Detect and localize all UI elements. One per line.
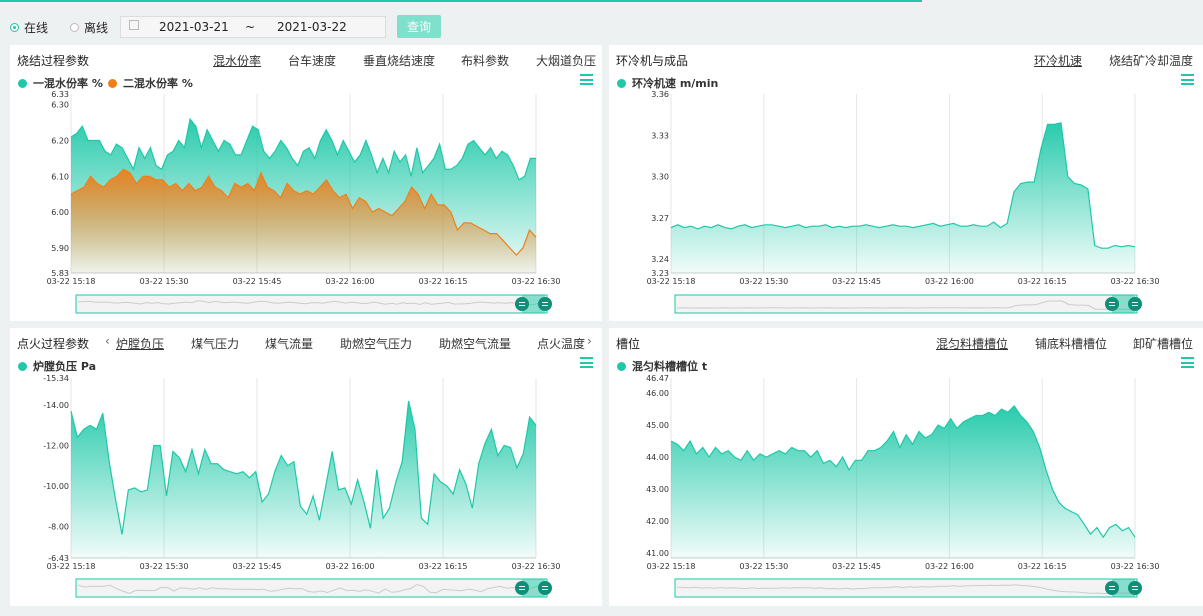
date-range-picker[interactable]: 2021-03-21 ~ 2021-03-22 [120,16,386,38]
x-tick-label: 03-22 15:18 [47,562,96,571]
x-tick-label: 03-22 15:30 [739,562,788,571]
query-button[interactable]: 查询 [397,15,441,38]
panel-sintering-params: 烧结过程参数 混水份率 台车速度 垂直烧结速度 布料参数 大烟道负压 一混水份率… [10,45,602,321]
zoom-handle-icon [515,581,529,595]
x-tick-label: 03-22 16:30 [1111,562,1160,571]
radio-checked-icon [10,23,19,32]
toolbar: 在线 离线 2021-03-21 ~ 2021-03-22 查询 [0,2,1203,42]
zoom-handle-icon [538,581,552,595]
y-tick-label: 6.00 [51,208,69,217]
y-tick-label: 46.00 [646,389,669,398]
x-tick-label: 03-22 15:45 [832,562,881,571]
y-tick-label: 3.23 [651,269,669,278]
y-tick-label: -14.00 [43,401,69,410]
y-tick-label: -10.00 [43,482,69,491]
y-tick-label: 45.00 [646,421,669,430]
offline-label: 离线 [84,21,109,35]
x-tick-label: 03-22 15:18 [47,277,96,286]
online-radio[interactable]: 在线 [10,19,48,36]
x-tick-label: 03-22 16:00 [925,277,974,286]
series-area [71,401,536,558]
x-tick-label: 03-22 16:15 [1018,562,1067,571]
y-tick-label: -8.00 [48,522,69,531]
chart-area[interactable]: 03-22 15:18 03-22 15:30 03-22 15:45 03-22 1… [10,45,602,321]
y-tick-label: 6.30 [51,101,69,110]
x-tick-label: 03-22 16:15 [419,562,468,571]
y-tick-label: -15.34 [43,374,69,383]
zoom-handle-icon [515,297,529,311]
radio-unchecked-icon [70,23,79,32]
x-tick-label: 03-22 15:30 [140,562,189,571]
y-tick-label: 6.20 [51,137,69,146]
y-tick-label: 6.33 [51,90,69,99]
y-tick-label: -12.00 [43,441,69,450]
zoom-slider-track [75,294,548,314]
y-tick-label: 44.00 [646,453,669,462]
date-separator: ~ [245,20,256,34]
y-tick-label: 3.33 [651,131,669,140]
y-tick-label: 43.00 [646,485,669,494]
panel-bin-level: 槽位 混匀料槽槽位 铺底料槽槽位 卸矿槽槽位 混匀料槽槽位 t 03-22 15… [609,328,1203,606]
series-area [671,405,1135,558]
y-tick-label: -6.43 [48,554,69,563]
y-tick-label: 6.10 [51,172,69,181]
y-tick-label: 3.36 [651,90,669,99]
x-tick-label: 03-22 15:45 [233,562,282,571]
zoom-handle-icon [538,297,552,311]
x-tick-label: 03-22 16:15 [419,277,468,286]
x-tick-label: 03-22 15:18 [647,562,696,571]
offline-radio[interactable]: 离线 [70,19,108,36]
zoom-handle-icon [1128,581,1142,595]
zoom-handle-icon [1105,581,1119,595]
zoom-handle-icon [1105,297,1119,311]
date-start[interactable]: 2021-03-21 [159,20,229,34]
x-tick-label: 03-22 16:30 [1111,277,1160,286]
series-area [671,122,1135,274]
y-tick-label: 5.83 [51,269,69,278]
x-tick-label: 03-22 16:15 [1018,277,1067,286]
y-tick-label: 5.90 [51,244,69,253]
y-tick-label: 3.24 [651,255,669,264]
y-tick-label: 41.00 [646,549,669,558]
x-tick-label: 03-22 16:00 [326,562,375,571]
x-tick-label: 03-22 16:00 [925,562,974,571]
online-label: 在线 [24,21,49,35]
x-tick-label: 03-22 15:30 [739,277,788,286]
y-tick-label: 3.27 [651,214,669,223]
date-end[interactable]: 2021-03-22 [277,20,347,34]
chart-area[interactable]: 03-22 15:18 03-22 15:30 03-22 15:45 03-22 1… [10,328,602,606]
calendar-icon [129,20,139,30]
chart-area[interactable]: 03-22 15:18 03-22 15:30 03-22 15:45 03-22 1… [609,328,1203,606]
y-tick-label: 46.47 [646,374,669,383]
chart-area[interactable]: 03-22 15:18 03-22 15:30 03-22 15:45 03-22 1… [609,45,1203,321]
panel-cooler: 环冷机与成品 环冷机速 烧结矿冷却温度 环冷机速 m/min 03-22 15:… [609,45,1203,321]
zoom-handle-icon [1128,297,1142,311]
zoom-slider-track [75,578,548,598]
y-tick-label: 3.30 [651,173,669,182]
x-tick-label: 03-22 16:30 [512,562,561,571]
y-tick-label: 42.00 [646,517,669,526]
x-tick-label: 03-22 16:00 [326,277,375,286]
x-tick-label: 03-22 15:18 [647,277,696,286]
x-tick-label: 03-22 15:45 [233,277,282,286]
x-tick-label: 03-22 15:45 [832,277,881,286]
x-tick-label: 03-22 15:30 [140,277,189,286]
panel-ignition: 点火过程参数 ‹ 炉膛负压 煤气压力 煤气流量 助燃空气压力 助燃空气流量 点火… [10,328,602,606]
x-tick-label: 03-22 16:30 [512,277,561,286]
